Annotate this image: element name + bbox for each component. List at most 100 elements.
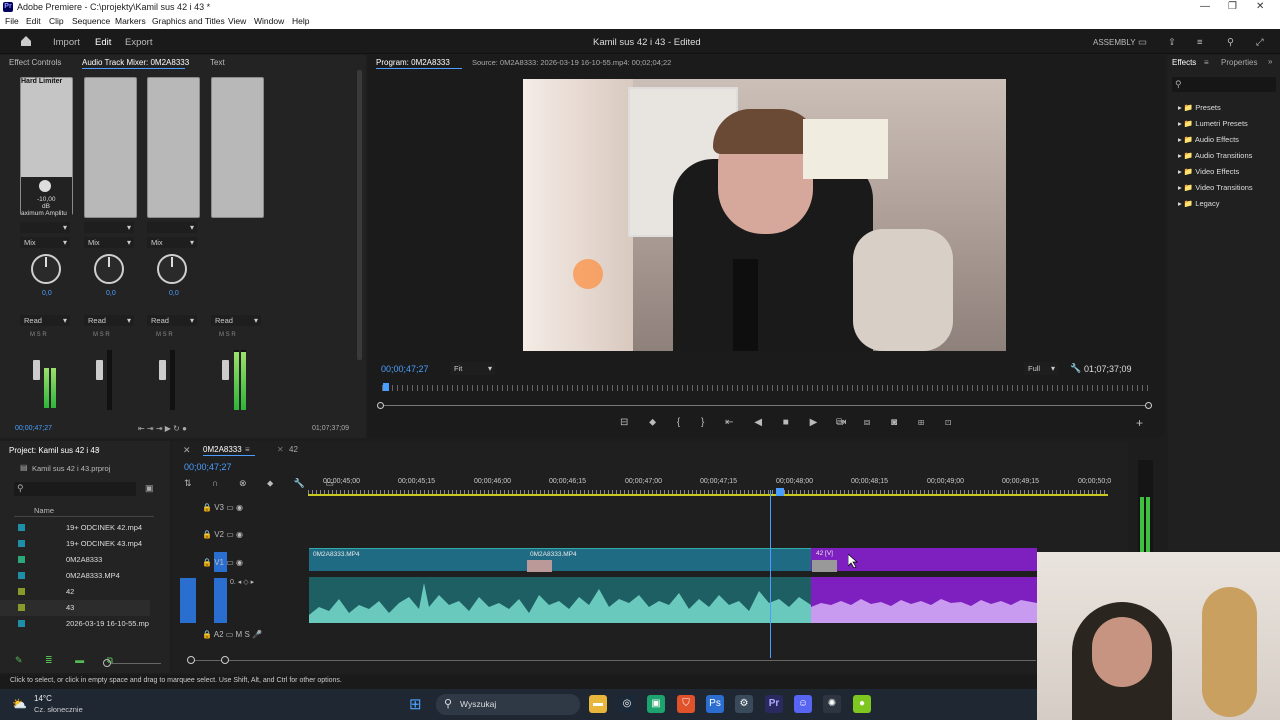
file-explorer-icon[interactable]: ▬	[589, 695, 607, 713]
read-dropdown-2[interactable]: Read	[84, 315, 134, 326]
tab-effects[interactable]: Effects	[1172, 58, 1196, 67]
discord-icon[interactable]: ☺	[794, 695, 812, 713]
volume-fader-3[interactable]	[159, 360, 166, 380]
pan-value-2[interactable]: 0,0	[106, 290, 116, 297]
menu-edit[interactable]: Edit	[26, 16, 41, 26]
restore-icon[interactable]: ❐	[1228, 1, 1237, 12]
lift-extract-camera-icons[interactable]: ⧉ ⧈ ◙ ⊞ ⊡	[836, 417, 960, 428]
read-dropdown-3[interactable]: Read	[147, 315, 197, 326]
send-dropdown-3[interactable]	[147, 222, 197, 233]
send-dropdown-2[interactable]	[84, 222, 134, 233]
v1-track-header[interactable]: 🔒 V1 ▭ ◉	[202, 558, 243, 567]
chatgpt-icon[interactable]: ✺	[823, 695, 841, 713]
tab-text[interactable]: Text	[210, 58, 225, 67]
mixer-timecode[interactable]: 00;00;47;27	[15, 425, 52, 432]
v2-track-header[interactable]: 🔒 V2 ▭ ◉	[202, 530, 243, 539]
project-item[interactable]: 42	[0, 584, 150, 600]
mixer-transport-icons[interactable]: ⇤ ⇥ ⇥ ▶ ↻ ●	[138, 424, 187, 433]
effect-item-video-transitions[interactable]: ▸ 📁 Video Transitions	[1178, 183, 1253, 192]
menu-sequence[interactable]: Sequence	[72, 16, 110, 26]
close-icon[interactable]: ✕	[1256, 1, 1264, 12]
effect-slot-3[interactable]	[147, 77, 200, 218]
msr-buttons-1[interactable]: M S R	[30, 332, 47, 338]
settings-gear-icon[interactable]: ⚙	[735, 695, 753, 713]
tab-properties[interactable]: Properties	[1221, 58, 1257, 67]
column-name-header[interactable]: Name	[34, 506, 54, 515]
taskbar-search[interactable]: ⚲ Wyszukaj	[436, 694, 580, 715]
weather-desc[interactable]: Cz. słonecznie	[34, 705, 83, 714]
menu-markers[interactable]: Markers	[115, 16, 146, 26]
effect-slot-4[interactable]	[211, 77, 264, 218]
premiere-taskbar-icon[interactable]: Pr	[765, 695, 783, 713]
pan-knob-3[interactable]	[157, 254, 187, 284]
menu-window[interactable]: Window	[254, 16, 284, 26]
a1-keyframe-icons[interactable]: 0. ◂ ◇ ▸	[230, 578, 254, 586]
tab-source[interactable]: Source: 0M2A8333: 2026-03-19 16-10-55.mp…	[472, 58, 671, 67]
volume-fader-1[interactable]	[33, 360, 40, 380]
menu-graphics[interactable]: Graphics and Titles	[152, 16, 225, 26]
app-icon-green[interactable]: ▣	[647, 695, 665, 713]
effect-item-audio-transitions[interactable]: ▸ 📁 Audio Transitions	[1178, 151, 1252, 160]
workspace-label[interactable]: ASSEMBLY	[1093, 38, 1136, 47]
sequence-menu-icon[interactable]: ≡	[245, 445, 250, 454]
menu-view[interactable]: View	[228, 16, 246, 26]
project-item[interactable]: 19+ ODCINEK 43.mp4	[0, 536, 150, 552]
weather-temp[interactable]: 14°C	[34, 694, 52, 703]
quality-dropdown[interactable]: Full	[1024, 362, 1058, 375]
timeline-timecode[interactable]: 00;00;47;27	[184, 462, 232, 472]
mixer-scrollbar[interactable]	[357, 70, 362, 360]
workspace-icon[interactable]: ▭	[1138, 37, 1147, 48]
send-dropdown-1[interactable]	[20, 222, 70, 233]
project-zoom-slider[interactable]	[111, 663, 161, 664]
effects-search-input[interactable]	[1172, 77, 1276, 92]
sequence-tab[interactable]: 0M2A8333	[203, 445, 242, 454]
video-clip-1[interactable]: 0M2A8333.MP4	[309, 548, 526, 571]
read-dropdown-4[interactable]: Read	[211, 315, 261, 326]
a1-source-patch[interactable]	[180, 578, 196, 623]
steam-icon[interactable]: ◎	[618, 695, 636, 713]
a1-target[interactable]	[214, 578, 227, 623]
transport-controls[interactable]: ⊟ ⬥ { } ⇤ ◀ ■ ▶ ⇥	[620, 417, 855, 428]
app-icon-lime[interactable]: ●	[853, 695, 871, 713]
home-icon[interactable]	[20, 35, 32, 47]
volume-fader-4[interactable]	[222, 360, 229, 380]
msr-buttons-3[interactable]: M S R	[156, 332, 173, 338]
effect-item-legacy[interactable]: ▸ 📁 Legacy	[1178, 199, 1219, 208]
close-tab2-icon[interactable]: ✕	[277, 445, 284, 454]
msr-buttons-4[interactable]: M S R	[219, 332, 236, 338]
video-frame[interactable]	[523, 79, 1006, 351]
v3-track-header[interactable]: 🔒 V3 ▭ ◉	[202, 503, 243, 512]
project-item[interactable]: 2026-03-19 16-10-55.mp	[0, 616, 150, 632]
project-item[interactable]: 0M2A8333.MP4	[0, 568, 150, 584]
zoom-bar[interactable]	[382, 405, 1152, 406]
project-search-input[interactable]	[14, 482, 136, 496]
pan-knob-2[interactable]	[94, 254, 124, 284]
effect-item-video-effects[interactable]: ▸ 📁 Video Effects	[1178, 167, 1239, 176]
menu-file[interactable]: File	[5, 16, 19, 26]
project-menu-icon[interactable]: ≡	[95, 445, 100, 454]
timeline-scrollbar[interactable]	[190, 660, 1036, 661]
mix-dropdown-2[interactable]: Mix	[84, 237, 134, 248]
video-clip-3[interactable]: 42 [V]	[811, 548, 1037, 571]
fit-dropdown[interactable]: Fit	[450, 362, 495, 375]
work-area-bar[interactable]	[308, 494, 1108, 496]
pan-value-3[interactable]: 0,0	[169, 290, 179, 297]
project-item[interactable]: 43	[0, 600, 150, 616]
effect-item-presets[interactable]: ▸ 📁 Presets	[1178, 103, 1221, 112]
video-clip-2[interactable]: 0M2A8333.MP4	[526, 548, 811, 571]
program-timecode[interactable]: 00;00;47;27	[381, 364, 429, 374]
add-button-icon[interactable]: +	[1136, 416, 1143, 430]
brave-icon[interactable]: ⛉	[677, 695, 695, 713]
weather-icon[interactable]: ⛅	[12, 697, 27, 711]
program-ruler[interactable]	[382, 385, 1152, 391]
share-icon[interactable]: ⇪	[1168, 37, 1176, 48]
project-item[interactable]: 0M2A8333	[0, 552, 150, 568]
menu-clip[interactable]: Clip	[49, 16, 64, 26]
menu-icon[interactable]: ≡	[1197, 37, 1203, 48]
read-dropdown-1[interactable]: Read	[20, 315, 70, 326]
export-tab[interactable]: Export	[125, 37, 152, 48]
effect-item-lumetri[interactable]: ▸ 📁 Lumetri Presets	[1178, 119, 1248, 128]
mix-dropdown-1[interactable]: Mix	[20, 237, 70, 248]
settings-wrench-icon[interactable]: 🔧	[1070, 363, 1081, 374]
effects-menu-icon[interactable]: ≡	[1204, 58, 1209, 67]
